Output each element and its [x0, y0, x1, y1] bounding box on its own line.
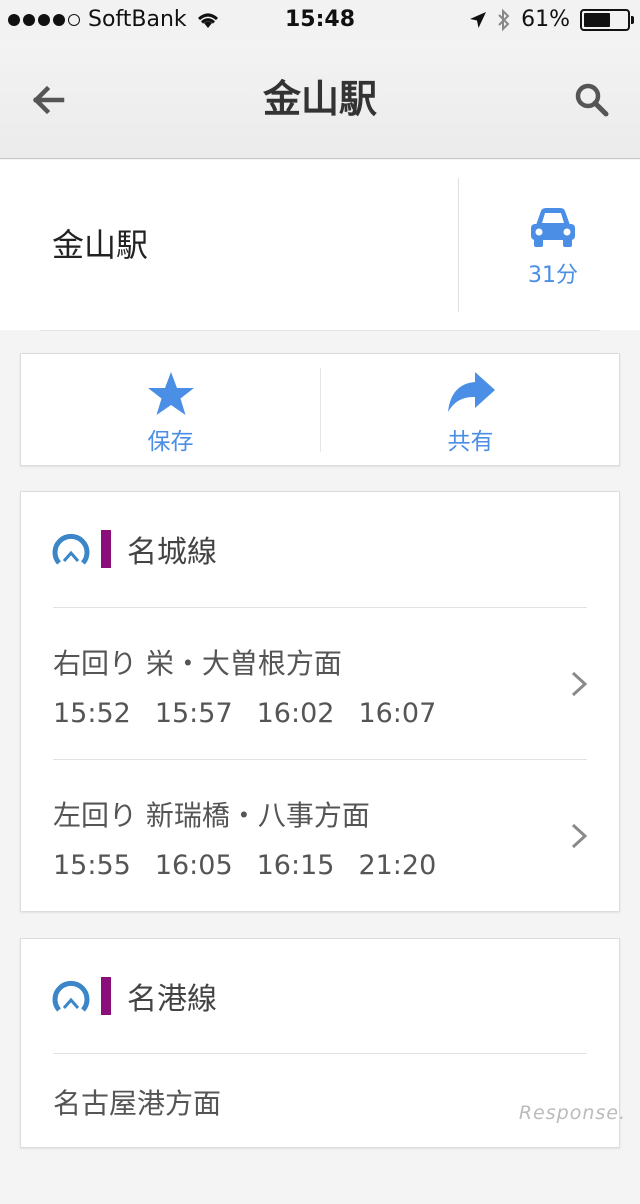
- status-bar: SoftBank 15:48 61%: [0, 0, 640, 40]
- star-icon: [147, 372, 194, 415]
- share-label: 共有: [447, 429, 494, 455]
- drive-time-label: 31分: [528, 263, 578, 288]
- direction-row[interactable]: 右回り 栄・大曽根方面 15:52 15:57 16:02 16:07: [53, 608, 588, 758]
- departure-time: 16:15: [256, 850, 335, 881]
- direction-name: 名古屋港方面: [53, 1087, 222, 1120]
- save-label: 保存: [147, 429, 194, 455]
- chevron-right-icon: [571, 823, 588, 849]
- direction-row[interactable]: 名古屋港方面: [53, 1054, 587, 1204]
- status-right: 61%: [469, 7, 634, 32]
- navigation-bar: 金山駅: [0, 40, 640, 159]
- actions-card: 保存 共有: [20, 353, 620, 466]
- departure-time: 16:02: [256, 698, 335, 729]
- departure-times: 15:55 16:05 16:15 21:20: [53, 850, 436, 881]
- line-name: 名城線: [127, 535, 217, 570]
- subway-logo-icon: [52, 533, 90, 565]
- car-icon: [531, 208, 575, 247]
- line-header: 名城線: [51, 492, 217, 606]
- departure-time: 15:52: [53, 698, 131, 729]
- divider: [40, 330, 600, 331]
- departure-time: 16:07: [358, 698, 437, 729]
- line-card: 名城線 右回り 栄・大曽根方面 15:52 15:57 16:02 16:07 …: [20, 491, 620, 912]
- battery-percent: 61%: [521, 7, 570, 32]
- line-header: 名港線: [51, 939, 217, 1053]
- share-button[interactable]: 共有: [321, 354, 620, 465]
- subway-logo-icon: [52, 980, 90, 1012]
- drive-time-button[interactable]: 31分: [500, 205, 606, 289]
- save-button[interactable]: 保存: [21, 354, 320, 465]
- share-arrow-icon: [447, 372, 495, 412]
- departure-times: 15:52 15:57 16:02 16:07: [53, 698, 436, 729]
- chevron-right-icon: [571, 671, 588, 697]
- page-title: 金山駅: [262, 77, 377, 121]
- search-icon[interactable]: [572, 80, 612, 120]
- direction-name: 右回り 栄・大曽根方面: [53, 647, 342, 680]
- line-color-bar: [101, 530, 111, 568]
- battery-icon: [580, 8, 634, 31]
- line-name: 名港線: [127, 982, 217, 1017]
- place-name: 金山駅: [52, 226, 149, 264]
- line-color-bar: [101, 977, 111, 1015]
- divider: [458, 178, 459, 312]
- direction-name: 左回り 新瑞橋・八事方面: [53, 799, 370, 832]
- direction-row[interactable]: 左回り 新瑞橋・八事方面 15:55 16:05 16:15 21:20: [53, 760, 588, 910]
- location-arrow-icon: [470, 11, 487, 28]
- departure-time: 15:55: [53, 850, 131, 881]
- departure-time: 21:20: [358, 850, 437, 881]
- departure-time: 15:57: [154, 698, 233, 729]
- bluetooth-icon: [498, 8, 510, 31]
- watermark: Response.: [518, 1102, 626, 1124]
- departure-time: 16:05: [154, 850, 233, 881]
